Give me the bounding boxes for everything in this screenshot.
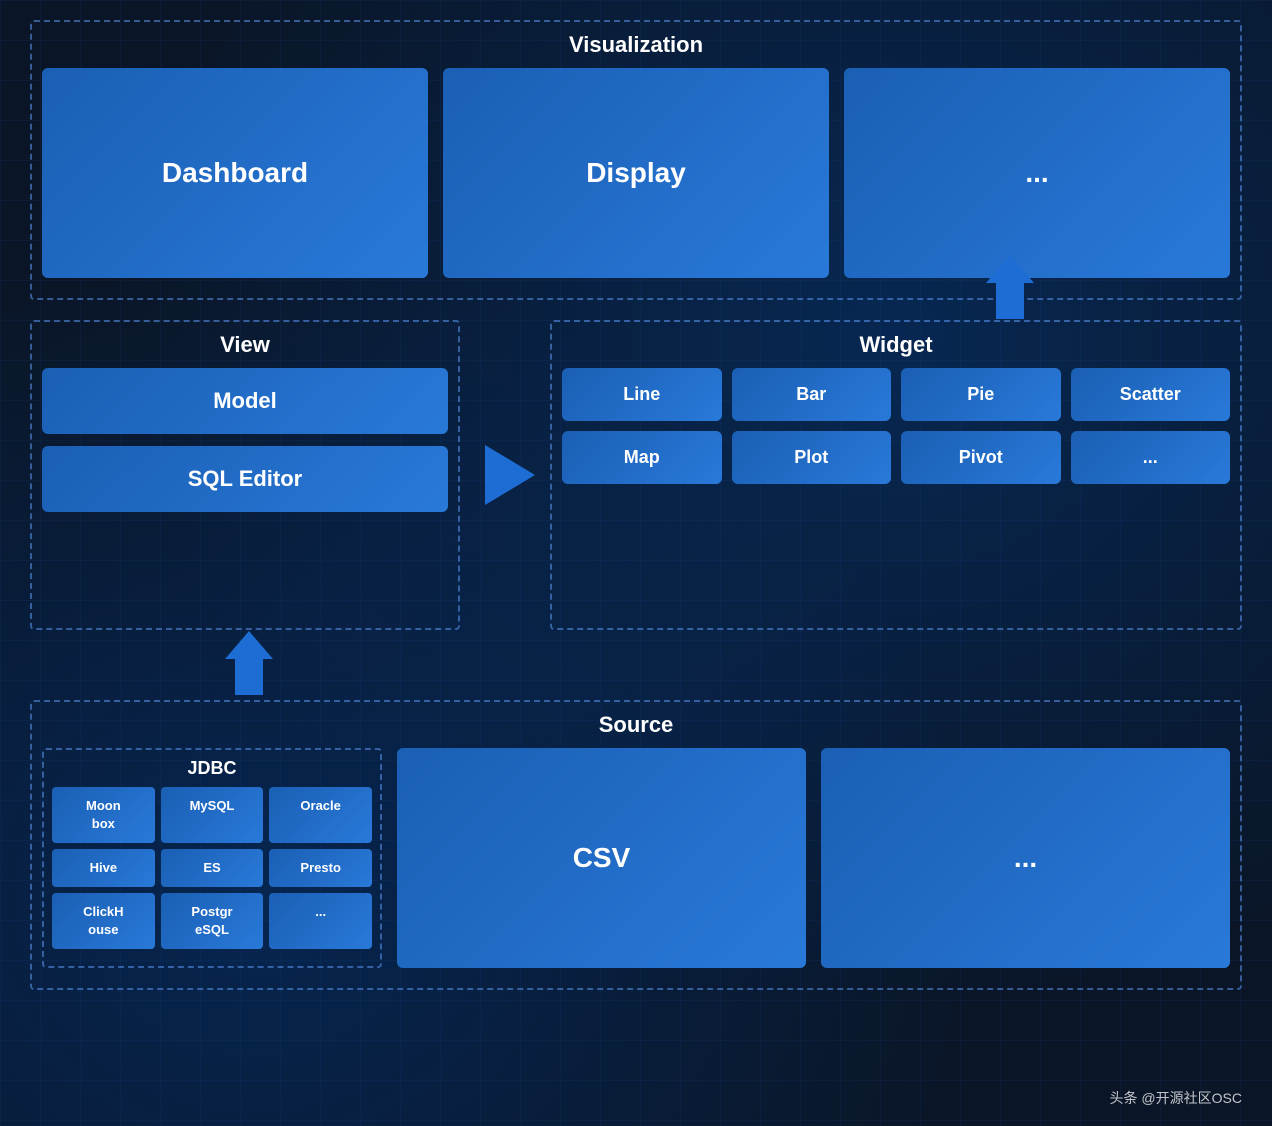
arrow-right-shape	[485, 445, 535, 505]
sql-editor-label: SQL Editor	[188, 466, 303, 491]
viz-ellipsis-label: ...	[1025, 157, 1048, 189]
widget-title: Widget	[562, 332, 1230, 358]
watermark: 头条 @开源社区OSC	[1110, 1088, 1242, 1108]
widget-ellipsis-label: ...	[1143, 447, 1158, 467]
view-cards: Model SQL Editor	[42, 368, 448, 512]
jdbc-title: JDBC	[52, 758, 372, 779]
jdbc-es: ES	[161, 849, 264, 887]
jdbc-ellipsis: ...	[269, 893, 372, 949]
widget-pivot-label: Pivot	[959, 447, 1003, 467]
jdbc-oracle: Oracle	[269, 787, 372, 843]
widget-line-label: Line	[623, 384, 660, 404]
jdbc-hive: Hive	[52, 849, 155, 887]
arrow-up-left-shape	[225, 631, 273, 695]
jdbc-postgresql: PostgreSQL	[161, 893, 264, 949]
jdbc-mysql: MySQL	[161, 787, 264, 843]
jdbc-moonbox-label: Moonbox	[86, 798, 121, 831]
middle-row: View Model SQL Editor Widget	[30, 320, 1242, 630]
dashboard-label: Dashboard	[162, 157, 308, 189]
arrow-up-left	[225, 631, 273, 695]
jdbc-section: JDBC Moonbox MySQL Oracle Hive E	[42, 748, 382, 968]
source-ellipsis-label: ...	[1014, 842, 1037, 874]
jdbc-ellipsis-label: ...	[315, 904, 326, 919]
widget-plot-label: Plot	[794, 447, 828, 467]
view-title: View	[42, 332, 448, 358]
viz-ellipsis-card: ...	[844, 68, 1230, 278]
widget-ellipsis: ...	[1071, 431, 1231, 484]
widget-line: Line	[562, 368, 722, 421]
dashboard-card: Dashboard	[42, 68, 428, 278]
widget-plot: Plot	[732, 431, 892, 484]
arrow-up-right-shaft	[996, 283, 1024, 319]
main-container: Visualization Dashboard Display ... Vi	[0, 0, 1272, 1126]
csv-label: CSV	[573, 842, 631, 874]
jdbc-presto-label: Presto	[300, 860, 340, 875]
arrow-up-right-head	[986, 255, 1034, 283]
display-label: Display	[586, 157, 686, 189]
source-ellipsis-card: ...	[821, 748, 1230, 968]
arrow-connector	[470, 320, 550, 630]
display-card: Display	[443, 68, 829, 278]
model-card: Model	[42, 368, 448, 434]
middle-row-wrapper: View Model SQL Editor Widget	[30, 320, 1242, 630]
source-title: Source	[42, 712, 1230, 738]
jdbc-clickhouse-label: ClickHouse	[83, 904, 123, 937]
widget-pie: Pie	[901, 368, 1061, 421]
widget-map: Map	[562, 431, 722, 484]
jdbc-grid: Moonbox MySQL Oracle Hive ES P	[52, 787, 372, 949]
jdbc-hive-label: Hive	[90, 860, 117, 875]
widget-bar: Bar	[732, 368, 892, 421]
widget-bar-label: Bar	[796, 384, 826, 404]
arrow-up-left-head	[225, 631, 273, 659]
jdbc-postgresql-label: PostgreSQL	[191, 904, 232, 937]
visualization-cards: Dashboard Display ...	[42, 68, 1230, 278]
jdbc-presto: Presto	[269, 849, 372, 887]
arrow-up-right	[986, 255, 1034, 319]
view-section: View Model SQL Editor	[30, 320, 460, 630]
visualization-title: Visualization	[42, 32, 1230, 58]
csv-card: CSV	[397, 748, 806, 968]
arrow-up-right-shape	[986, 255, 1034, 319]
model-label: Model	[213, 388, 277, 413]
jdbc-clickhouse: ClickHouse	[52, 893, 155, 949]
jdbc-mysql-label: MySQL	[190, 798, 235, 813]
jdbc-es-label: ES	[203, 860, 220, 875]
widget-scatter: Scatter	[1071, 368, 1231, 421]
visualization-section: Visualization Dashboard Display ...	[30, 20, 1242, 300]
widget-pivot: Pivot	[901, 431, 1061, 484]
widget-section: Widget Line Bar Pie Scatter Map	[550, 320, 1242, 630]
jdbc-oracle-label: Oracle	[300, 798, 340, 813]
sql-editor-card: SQL Editor	[42, 446, 448, 512]
widget-map-label: Map	[624, 447, 660, 467]
widget-scatter-label: Scatter	[1120, 384, 1181, 404]
jdbc-moonbox: Moonbox	[52, 787, 155, 843]
arrow-up-left-shaft	[235, 659, 263, 695]
widget-pie-label: Pie	[967, 384, 994, 404]
source-cards: JDBC Moonbox MySQL Oracle Hive E	[42, 748, 1230, 968]
widget-grid: Line Bar Pie Scatter Map Plot	[562, 368, 1230, 484]
source-section: Source JDBC Moonbox MySQL Oracle Hive	[30, 700, 1242, 990]
